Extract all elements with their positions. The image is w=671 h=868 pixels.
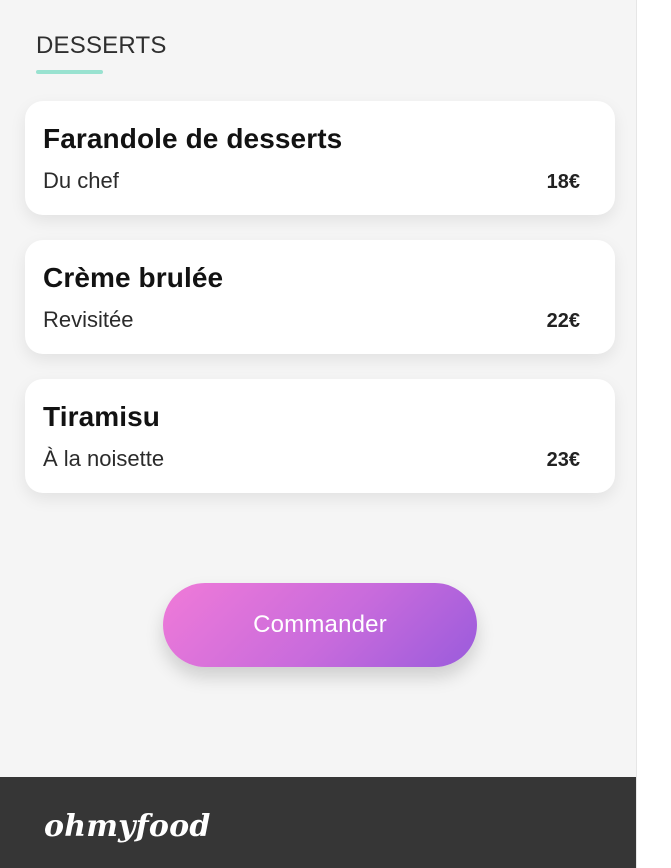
right-gutter bbox=[636, 0, 671, 868]
dessert-list: Farandole de desserts Du chef 18€ Crème … bbox=[25, 101, 615, 518]
section-underline bbox=[36, 70, 103, 74]
menu-item-price: 18€ bbox=[546, 171, 580, 193]
menu-item-subtitle: Du chef bbox=[43, 168, 119, 193]
menu-item-card[interactable]: Crème brulée Revisitée 22€ bbox=[25, 240, 615, 354]
menu-item-card[interactable]: Farandole de desserts Du chef 18€ bbox=[25, 101, 615, 215]
menu-item-price: 22€ bbox=[546, 310, 580, 332]
menu-item-name: Tiramisu bbox=[43, 401, 160, 432]
menu-item-name: Farandole de desserts bbox=[43, 123, 343, 154]
footer-logo[interactable]: ohmyfood bbox=[44, 809, 211, 844]
section-title: DESSERTS bbox=[36, 32, 167, 59]
menu-item-card[interactable]: Tiramisu À la noisette 23€ bbox=[25, 379, 615, 493]
footer: ohmyfood bbox=[0, 777, 636, 868]
menu-item-name: Crème brulée bbox=[43, 262, 224, 293]
page: DESSERTS Farandole de desserts Du chef 1… bbox=[0, 0, 636, 868]
menu-item-price: 23€ bbox=[546, 449, 580, 471]
order-button[interactable]: Commander bbox=[163, 583, 477, 667]
menu-item-subtitle: Revisitée bbox=[43, 307, 134, 332]
menu-item-subtitle: À la noisette bbox=[43, 446, 165, 471]
